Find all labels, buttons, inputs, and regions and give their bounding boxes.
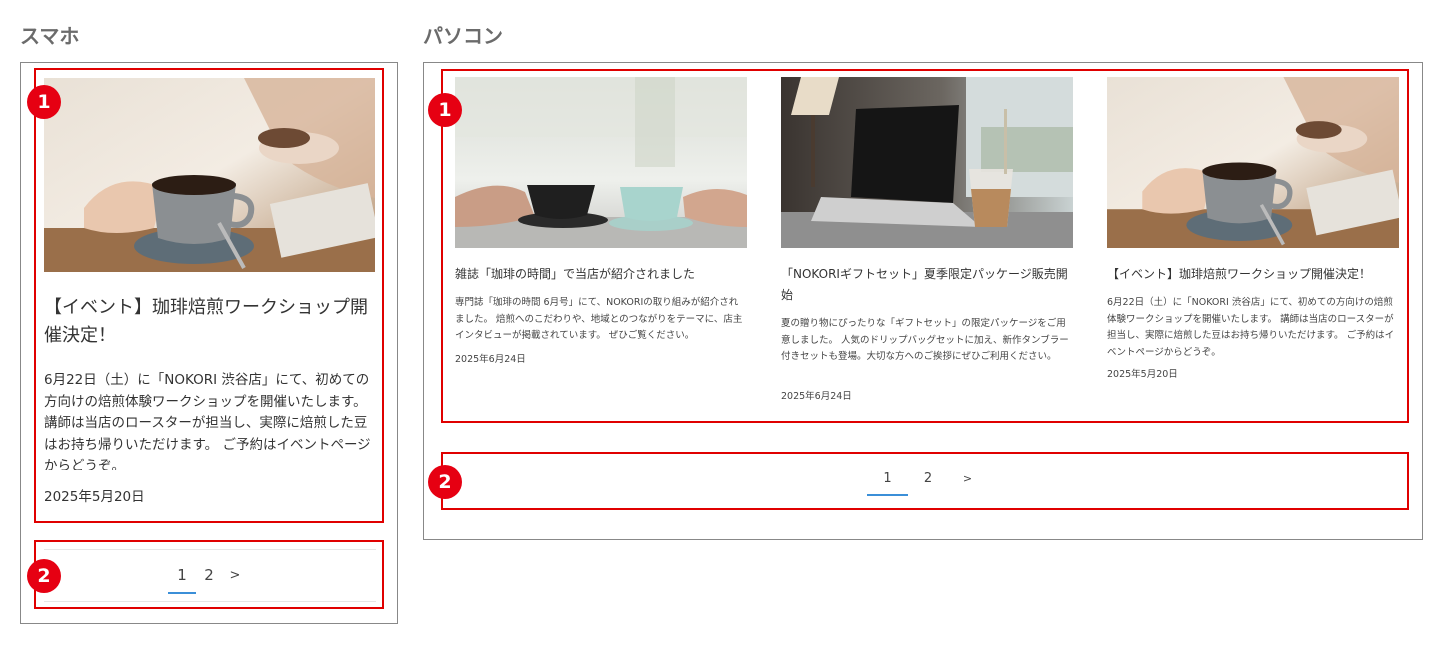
coffee-cup-hands-photo — [1107, 77, 1399, 248]
pc-card-1-image[interactable] — [455, 77, 747, 248]
pc-card-3-date: 2025年5月20日 — [1107, 369, 1178, 380]
pc-card-1-title[interactable]: 雑誌「珈琲の時間」で当店が紹介されました — [455, 264, 747, 285]
pc-card-1-date: 2025年6月24日 — [455, 354, 526, 365]
pc-card-3-title[interactable]: 【イベント】珈琲焙煎ワークショップ開催決定！ — [1107, 264, 1399, 285]
mobile-card-date: 2025年5月20日 — [44, 489, 145, 505]
pc-section-title: パソコン — [423, 24, 503, 48]
badge-2-mobile: 2 — [27, 559, 61, 593]
pager-divider-bottom — [44, 601, 376, 602]
badge-1-pc: 1 — [428, 93, 462, 127]
pager-divider-top — [44, 549, 376, 550]
badge-1-mobile: 1 — [27, 85, 61, 119]
pc-card-2-image[interactable] — [781, 77, 1073, 248]
next-page-link[interactable]: > — [948, 472, 987, 485]
laptop-iced-coffee-photo — [781, 77, 1073, 248]
mobile-card-image[interactable] — [44, 78, 375, 272]
page-2-link[interactable]: 2 — [908, 471, 948, 486]
pc-card-2-description: 夏の贈り物にぴったりな「ギフトセット」の限定パッケージをご用意しました。 人気の… — [781, 318, 1069, 362]
page-1-link[interactable]: 1 — [867, 471, 908, 496]
pc-card-1-description: 専門誌「珈琲の時間 6月号」にて、NOKORIの取り組みが紹介されました。 焙煎… — [455, 297, 743, 341]
coffee-cup-hands-photo — [44, 78, 375, 272]
page-2-link[interactable]: 2 — [196, 566, 222, 584]
mobile-section-title: スマホ — [20, 24, 80, 48]
pc-card-3-image[interactable] — [1107, 77, 1399, 248]
next-page-link[interactable]: > — [222, 568, 248, 583]
pc-card-2-date: 2025年6月24日 — [781, 391, 852, 402]
mobile-pagination: 1 2 > — [168, 566, 248, 594]
page-1-link[interactable]: 1 — [168, 566, 196, 594]
two-cups-toast-photo — [455, 77, 747, 248]
pc-card-3-description: 6月22日（土）に「NOKORI 渋谷店」にて、初めての方向けの焙煎体験ワークシ… — [1107, 297, 1395, 358]
pc-card-2-title[interactable]: 「NOKORIギフトセット」夏季限定パッケージ販売開始 — [781, 264, 1073, 306]
mobile-card-description: 6月22日（土）に「NOKORI 渋谷店」にて、初めての方向けの焙煎体験ワークシ… — [44, 372, 371, 470]
mobile-card-title[interactable]: 【イベント】珈琲焙煎ワークショップ開催決定！ — [44, 294, 376, 350]
pc-pagination: 1 2 > — [867, 471, 987, 496]
badge-2-pc: 2 — [428, 465, 462, 499]
